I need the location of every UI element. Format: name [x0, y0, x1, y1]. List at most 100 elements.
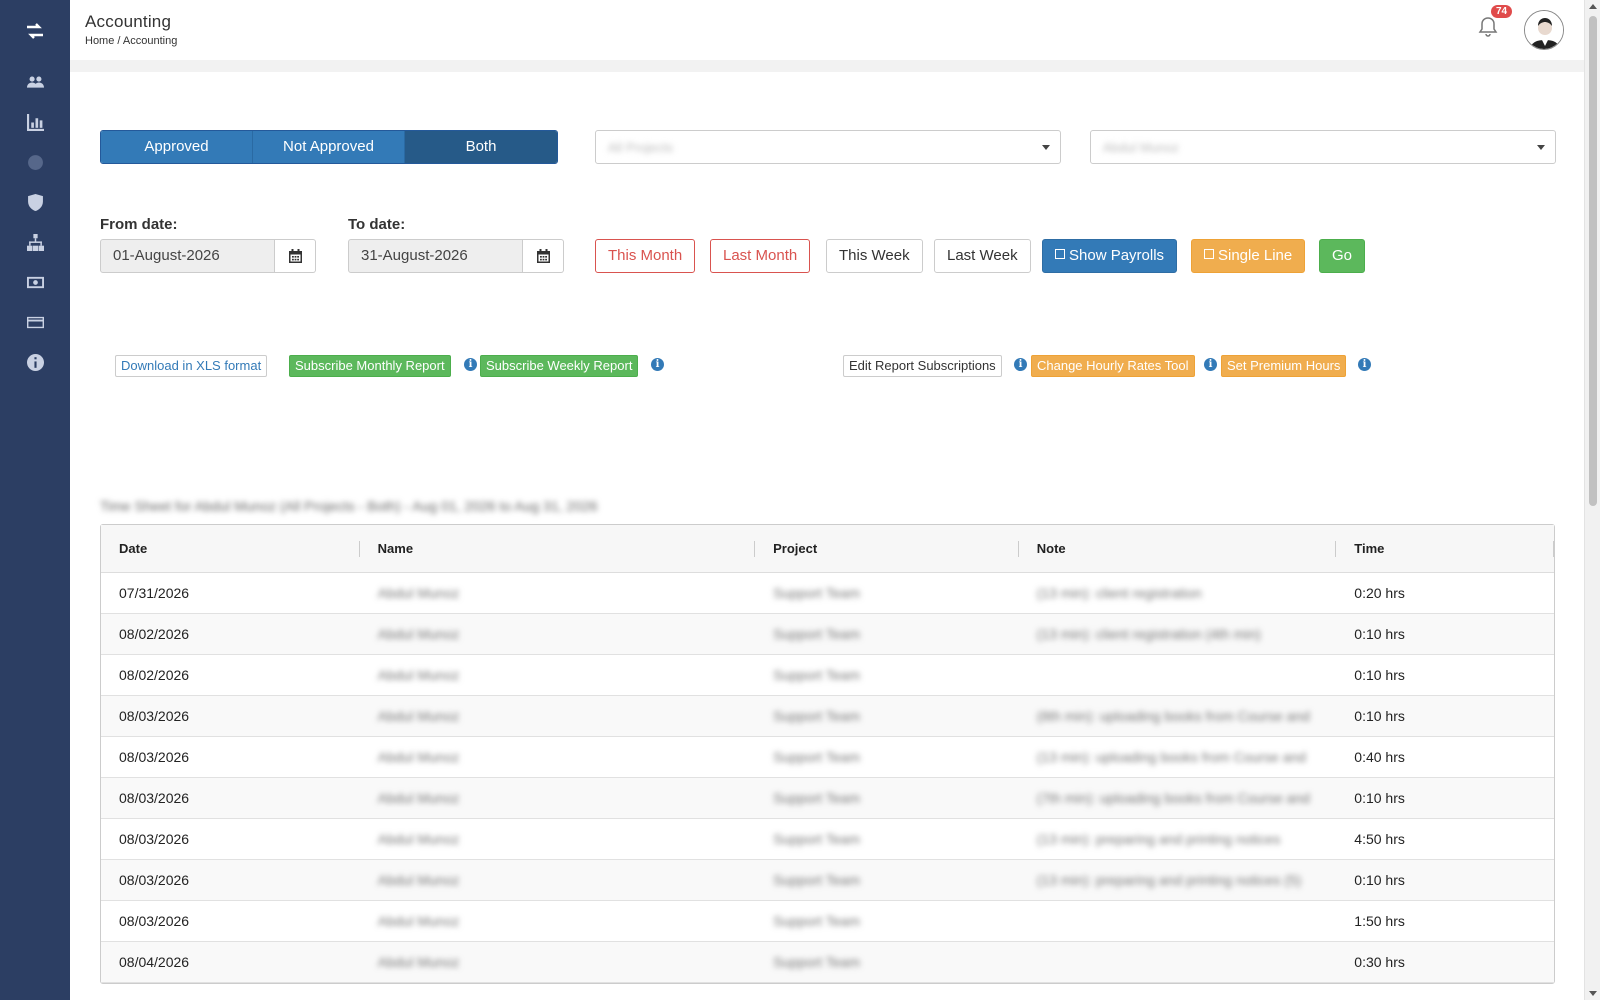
cell-project: Support Team: [773, 872, 860, 888]
cell-name: Abdul Munoz: [377, 790, 460, 806]
to-date-calendar-button[interactable]: [523, 239, 564, 273]
avatar[interactable]: [1524, 10, 1564, 50]
table-header: Date Name Project Note Time: [101, 525, 1554, 573]
approval-filter-group: Approved Not Approved Both: [100, 130, 558, 164]
sidebar-item-billing[interactable]: [0, 302, 70, 342]
user-select-value: Abdul Munoz: [1103, 140, 1179, 155]
set-premium-hours-button[interactable]: Set Premium Hours: [1221, 355, 1347, 377]
table-row[interactable]: 08/03/2026 Abdul Munoz Support Team (13 min…: [101, 819, 1554, 860]
bar-chart-icon: [26, 113, 44, 131]
cell-time: 0:10 hrs: [1354, 708, 1405, 724]
checkbox-icon: [1204, 249, 1214, 259]
not-approved-button[interactable]: Not Approved: [253, 131, 405, 163]
info-icon[interactable]: i: [651, 358, 664, 371]
subscribe-weekly-button[interactable]: Subscribe Weekly Report: [480, 355, 639, 377]
scrollbar[interactable]: [1584, 0, 1600, 1000]
toggle-arrows-icon[interactable]: [0, 0, 70, 62]
cell-time: 4:50 hrs: [1354, 831, 1405, 847]
single-line-label: Single Line: [1218, 247, 1293, 264]
column-header-date[interactable]: Date: [101, 525, 360, 572]
cell-project: Support Team: [773, 626, 860, 642]
cell-name: Abdul Munoz: [377, 708, 460, 724]
to-date-input[interactable]: 31-August-2026: [348, 239, 523, 273]
sidebar: [0, 0, 70, 1000]
cell-note: (7th min): uploading books from Course a…: [1036, 790, 1310, 806]
show-payrolls-label: Show Payrolls: [1069, 247, 1165, 264]
cell-project: Support Team: [773, 749, 860, 765]
cell-name: Abdul Munoz: [377, 585, 460, 601]
column-header-note[interactable]: Note: [1019, 525, 1337, 572]
cell-project: Support Team: [773, 831, 860, 847]
cell-time: 0:40 hrs: [1354, 749, 1405, 765]
cell-date: 07/31/2026: [119, 585, 190, 601]
go-button[interactable]: Go: [1319, 239, 1366, 273]
cell-date: 08/03/2026: [119, 872, 190, 888]
sitemap-icon: [26, 233, 44, 251]
globe-icon: [27, 154, 43, 170]
table-row[interactable]: 08/04/2026 Abdul Munoz Support Team 0:30 hr…: [101, 942, 1554, 983]
from-date-input[interactable]: 01-August-2026: [100, 239, 275, 273]
checkbox-icon: [1055, 249, 1065, 259]
from-date-label: From date:: [100, 216, 178, 233]
scroll-up-arrow[interactable]: [1589, 4, 1597, 9]
cell-project: Support Team: [773, 954, 860, 970]
approved-button[interactable]: Approved: [101, 131, 253, 163]
subscribe-monthly-button[interactable]: Subscribe Monthly Report: [289, 355, 451, 377]
cell-time: 0:10 hrs: [1354, 626, 1405, 642]
scroll-down-arrow[interactable]: [1589, 991, 1597, 996]
cell-note: (13 min): client registration: [1036, 585, 1202, 601]
breadcrumb[interactable]: Home / Accounting: [85, 35, 177, 47]
column-header-project[interactable]: Project: [755, 525, 1019, 572]
sidebar-item-security[interactable]: [0, 182, 70, 222]
both-button[interactable]: Both: [405, 131, 557, 163]
show-payrolls-toggle[interactable]: Show Payrolls: [1042, 239, 1178, 273]
cell-note: (8th min): uploading books from Course a…: [1036, 708, 1310, 724]
sidebar-item-reports[interactable]: [0, 102, 70, 142]
info-icon[interactable]: i: [1204, 358, 1217, 371]
money-icon: [26, 276, 44, 288]
info-icon[interactable]: i: [1358, 358, 1371, 371]
table-body: 07/31/2026 Abdul Munoz Support Team (13 min…: [101, 573, 1554, 983]
edit-subscriptions-button[interactable]: Edit Report Subscriptions: [843, 355, 1002, 377]
cell-time: 0:30 hrs: [1354, 954, 1405, 970]
this-month-button[interactable]: This Month: [595, 239, 696, 273]
sidebar-item-payments[interactable]: [0, 262, 70, 302]
cell-time: 0:20 hrs: [1354, 585, 1405, 601]
sidebar-item-globe[interactable]: [0, 142, 70, 182]
cell-name: Abdul Munoz: [377, 667, 460, 683]
table-row[interactable]: 08/02/2026 Abdul Munoz Support Team (13 min…: [101, 614, 1554, 655]
last-month-button[interactable]: Last Month: [710, 239, 811, 273]
table-row[interactable]: 08/03/2026 Abdul Munoz Support Team 1:50 hr…: [101, 901, 1554, 942]
notifications-button[interactable]: [1478, 16, 1500, 40]
project-select[interactable]: All Projects: [595, 130, 1061, 164]
scrollbar-thumb[interactable]: [1589, 16, 1597, 506]
table-row[interactable]: 08/03/2026 Abdul Munoz Support Team (13 min…: [101, 860, 1554, 901]
column-header-name[interactable]: Name: [360, 525, 756, 572]
cell-name: Abdul Munoz: [377, 872, 460, 888]
this-week-button[interactable]: This Week: [826, 239, 923, 273]
table-row[interactable]: 08/02/2026 Abdul Munoz Support Team 0:10 hr…: [101, 655, 1554, 696]
from-date-calendar-button[interactable]: [275, 239, 316, 273]
single-line-toggle[interactable]: Single Line: [1191, 239, 1306, 273]
to-date-label: To date:: [348, 216, 406, 233]
table-row[interactable]: 08/03/2026 Abdul Munoz Support Team (13 min…: [101, 737, 1554, 778]
sidebar-item-hierarchy[interactable]: [0, 222, 70, 262]
column-header-time[interactable]: Time: [1336, 525, 1554, 572]
cell-date: 08/03/2026: [119, 708, 190, 724]
cell-project: Support Team: [773, 667, 860, 683]
download-xls-button[interactable]: Download in XLS format: [115, 355, 268, 377]
info-icon[interactable]: i: [464, 358, 477, 371]
last-week-button[interactable]: Last Week: [934, 239, 1031, 273]
user-select[interactable]: Abdul Munoz: [1090, 130, 1556, 164]
chevron-down-icon: [1042, 145, 1050, 150]
info-icon[interactable]: i: [1014, 358, 1027, 371]
sidebar-item-users[interactable]: [0, 62, 70, 102]
cell-time: 1:50 hrs: [1354, 913, 1405, 929]
cell-project: Support Team: [773, 708, 860, 724]
cell-note: (13 min): client registration (4th min): [1036, 626, 1261, 642]
change-hourly-rates-button[interactable]: Change Hourly Rates Tool: [1031, 355, 1195, 377]
table-row[interactable]: 08/03/2026 Abdul Munoz Support Team (7th mi…: [101, 778, 1554, 819]
table-row[interactable]: 07/31/2026 Abdul Munoz Support Team (13 min…: [101, 573, 1554, 614]
sidebar-item-info[interactable]: [0, 342, 70, 382]
table-row[interactable]: 08/03/2026 Abdul Munoz Support Team (8th mi…: [101, 696, 1554, 737]
